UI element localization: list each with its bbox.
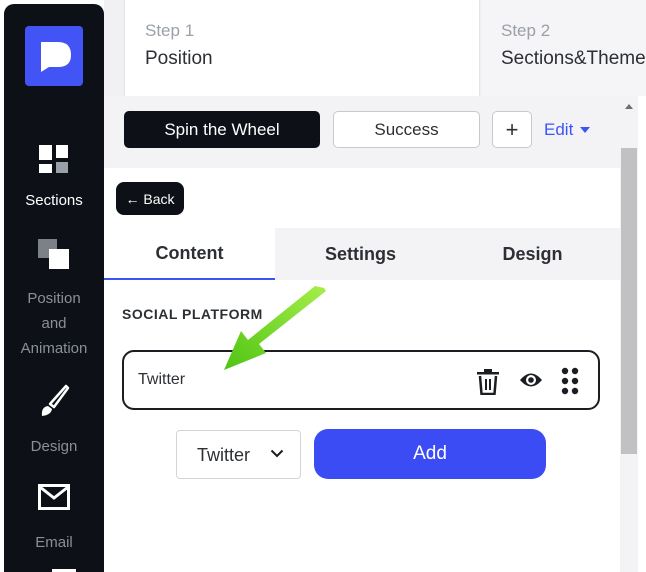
mail-icon xyxy=(38,484,70,510)
sidebar-item-label: Email xyxy=(35,534,73,551)
position-label: Position and Animation xyxy=(20,290,88,357)
sidebar-item-label: Design xyxy=(30,438,78,455)
sidebar-item-label: Position and Animation xyxy=(4,286,104,361)
platform-select[interactable]: Twitter xyxy=(176,430,301,479)
chevron-down-icon xyxy=(270,449,284,458)
platform-name: Twitter xyxy=(138,371,186,388)
sidebar-item-design[interactable]: Design xyxy=(4,384,104,459)
edit-label: Edit xyxy=(544,120,574,139)
sidebar-item-label: Sections xyxy=(25,192,83,209)
position-icon xyxy=(38,239,69,269)
step-2-tab[interactable]: Step 2 Sections&Theme xyxy=(482,0,646,96)
tab-content[interactable]: Content xyxy=(104,228,275,280)
social-platform-item[interactable]: Twitter xyxy=(122,350,600,410)
screen-toolbar: Spin the Wheel Success + Edit xyxy=(104,96,620,168)
step-name: Position xyxy=(145,48,213,69)
sidebar: Sections Position and Animation Design E… xyxy=(4,4,104,572)
caret-down-icon xyxy=(580,127,591,133)
sidebar-item-position[interactable]: Position and Animation xyxy=(4,238,104,361)
step-header: Step 1 Position Step 2 Sections&Theme xyxy=(104,0,646,96)
trash-icon[interactable] xyxy=(476,369,500,395)
back-button[interactable]: ← Back xyxy=(116,182,184,215)
app-window: Sections Position and Animation Design E… xyxy=(0,0,646,572)
step-number: Step 2 xyxy=(501,21,551,40)
sidebar-item-email[interactable]: Email xyxy=(4,482,104,555)
brush-icon xyxy=(41,384,70,416)
add-screen-button[interactable]: + xyxy=(492,111,532,148)
tab-settings[interactable]: Settings xyxy=(275,228,446,280)
platform-select-value: Twitter xyxy=(197,445,251,465)
step-name: Sections&Theme xyxy=(501,48,646,69)
tab-design[interactable]: Design xyxy=(447,228,618,280)
scrollbar[interactable] xyxy=(620,96,638,572)
success-button[interactable]: Success xyxy=(333,111,480,148)
panel-tabs: Content Settings Design xyxy=(104,228,620,280)
app-logo xyxy=(25,26,83,86)
scroll-thumb[interactable] xyxy=(621,148,637,454)
sidebar-item-sections[interactable]: Sections xyxy=(4,139,104,213)
add-button[interactable]: Add xyxy=(314,429,546,479)
step-1-tab[interactable]: Step 1 Position xyxy=(124,0,480,96)
step-number: Step 1 xyxy=(145,21,195,40)
drag-handle-icon[interactable] xyxy=(561,367,579,395)
spin-the-wheel-button[interactable]: Spin the Wheel xyxy=(124,111,320,148)
sections-icon xyxy=(39,145,68,173)
editor-panel: ← Back Content Settings Design SOCIAL PL… xyxy=(104,168,620,572)
section-title: SOCIAL PLATFORM xyxy=(122,306,263,322)
eye-icon[interactable] xyxy=(519,371,543,389)
edit-dropdown[interactable]: Edit xyxy=(544,120,591,140)
scroll-up-arrow-icon[interactable] xyxy=(625,104,633,109)
